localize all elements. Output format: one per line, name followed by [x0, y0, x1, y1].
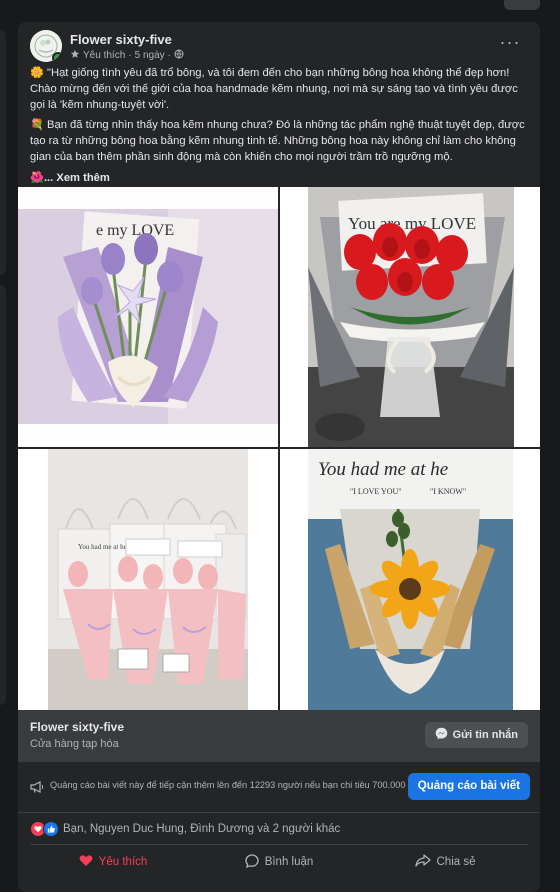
- meta-separator: ·: [167, 50, 171, 61]
- meta-separator: ·: [128, 50, 132, 61]
- post-text: 🌼 "Hạt giống tình yêu đã trổ bông, và tô…: [30, 66, 530, 192]
- heart-icon: [79, 854, 93, 870]
- messenger-icon: [435, 727, 448, 743]
- avatar[interactable]: [30, 30, 62, 62]
- megaphone-icon: [30, 780, 44, 798]
- share-button[interactable]: Chia sẻ: [362, 845, 528, 879]
- hibiscus-icon: 🌺: [30, 171, 44, 184]
- boost-description: Quảng cáo bài viết này để tiếp cận thêm …: [50, 780, 416, 790]
- top-tab[interactable]: [504, 0, 540, 10]
- more-options-button[interactable]: ···: [496, 32, 524, 56]
- comment-icon: [245, 853, 259, 871]
- photo-card-subtext: "I LOVE YOU": [350, 487, 402, 496]
- share-icon: [414, 854, 431, 870]
- comment-label: Bình luận: [264, 856, 314, 868]
- ad-page-name[interactable]: Flower sixty-five: [30, 720, 124, 734]
- reactions-summary[interactable]: Bạn, Nguyen Duc Hung, Đình Dương và 2 ng…: [30, 820, 340, 838]
- boost-post-button[interactable]: Quảng cáo bài viết: [407, 773, 530, 800]
- send-message-button[interactable]: Gửi tin nhắn: [424, 722, 528, 748]
- left-card-edge: [0, 285, 6, 705]
- comment-button[interactable]: Bình luận: [196, 845, 362, 879]
- post-header: Flower sixty-five Yêu thích · 5 ngày · ·…: [30, 30, 528, 70]
- post-meta: Yêu thích · 5 ngày ·: [70, 49, 184, 62]
- post-time[interactable]: 5 ngày: [135, 50, 165, 61]
- meta-liked[interactable]: Yêu thích: [83, 50, 125, 61]
- page-name[interactable]: Flower sixty-five: [70, 32, 172, 47]
- photo-red-bouquet[interactable]: You are my LOVE: [280, 187, 540, 447]
- ad-page-category: Cửa hàng tạp hóa: [30, 738, 119, 750]
- top-strip: [0, 0, 560, 14]
- star-icon: [70, 49, 80, 62]
- send-message-label: Gửi tin nhắn: [452, 729, 518, 741]
- post-paragraph: 💐 Bạn đã từng nhìn thấy hoa kẽm nhung ch…: [30, 119, 525, 163]
- post-card: Flower sixty-five Yêu thích · 5 ngày · ·…: [18, 22, 540, 892]
- post-paragraph: 🌼 "Hạt giống tình yêu đã trổ bông, và tô…: [30, 67, 518, 111]
- photo-card-subtext: "I KNOW": [430, 487, 466, 496]
- ad-bar: Flower sixty-five Cửa hàng tạp hóa Gửi t…: [18, 710, 540, 762]
- photo-purple-bouquet[interactable]: e my LOVE: [18, 187, 278, 447]
- reactions-names: Bạn, Nguyen Duc Hung, Đình Dương và 2 ng…: [63, 823, 341, 835]
- like-label: Yêu thích: [98, 856, 148, 868]
- photo-pink-gift-bags[interactable]: You had me at hello: [18, 449, 278, 710]
- photo-grid: e my LOVE You are my LOVE You had me at …: [18, 187, 540, 710]
- share-label: Chia sẻ: [436, 856, 476, 868]
- photo-card-text: You had me at he: [318, 459, 448, 480]
- see-more-link[interactable]: ... Xem thêm: [44, 172, 110, 184]
- post-actions: Yêu thích Bình luận Chia sẻ: [30, 844, 528, 879]
- see-more-row: 🌺... Xem thêm: [30, 171, 530, 187]
- left-card-edge: [0, 30, 6, 275]
- online-dot: [52, 52, 62, 62]
- like-button[interactable]: Yêu thích: [30, 845, 196, 879]
- reaction-icons: [30, 821, 59, 837]
- photo-card-text: e my LOVE: [96, 222, 174, 239]
- like-reaction-icon: [43, 821, 59, 837]
- boost-row: Quảng cáo bài viết này để tiếp cận thêm …: [18, 762, 540, 813]
- audience-globe-icon[interactable]: [174, 49, 184, 62]
- photo-sunflower-bouquet[interactable]: You had me at he "I LOVE YOU" "I KNOW": [280, 449, 540, 710]
